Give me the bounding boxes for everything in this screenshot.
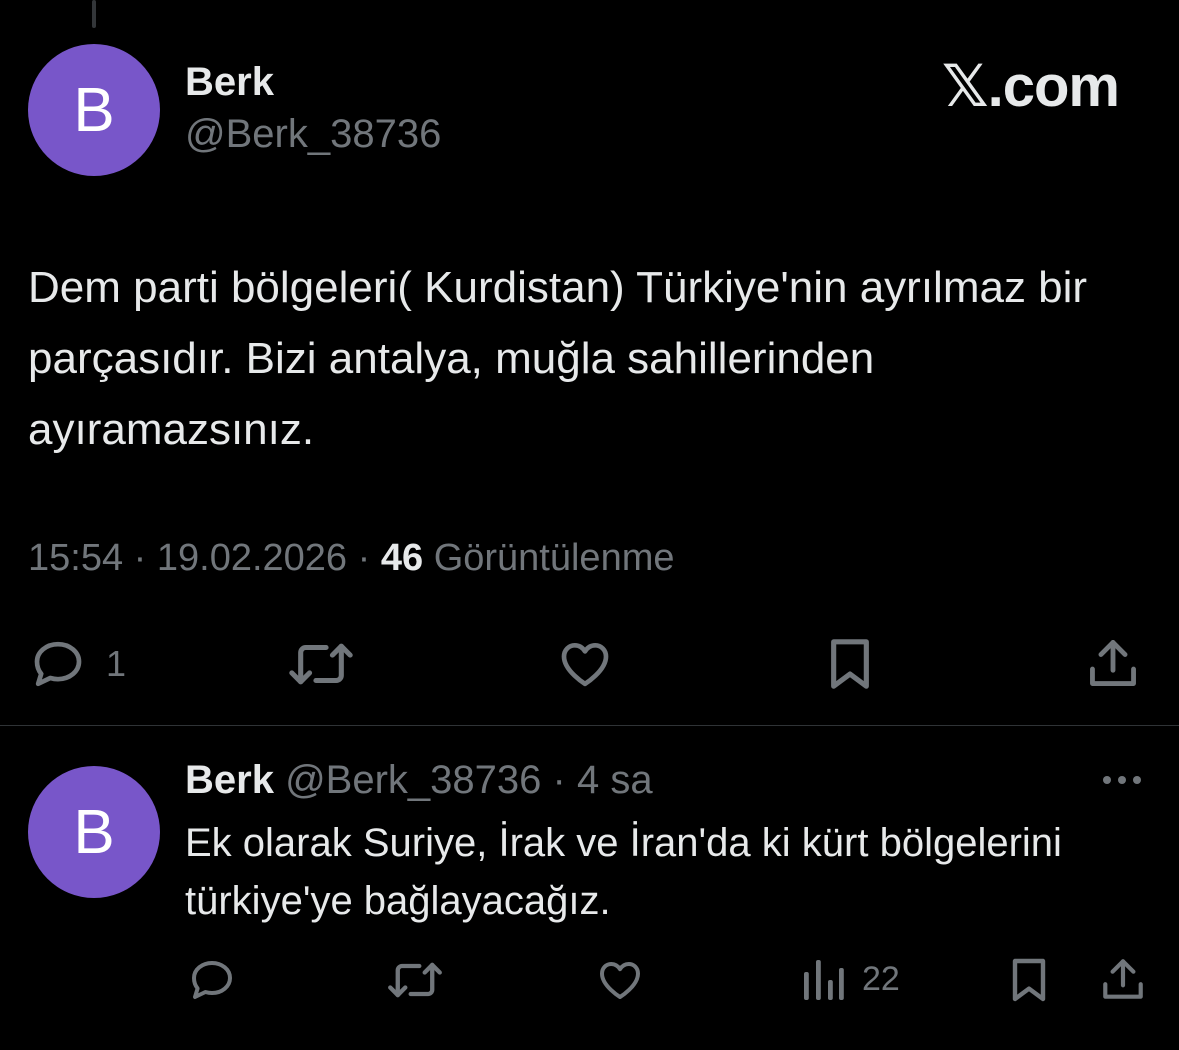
- avatar-letter: B: [73, 75, 115, 145]
- user-handle[interactable]: @Berk_38736: [185, 112, 441, 157]
- retweet-button[interactable]: [288, 636, 354, 692]
- meta-separator: ·: [357, 537, 381, 579]
- display-name[interactable]: Berk: [185, 60, 274, 105]
- reply-avatar[interactable]: B: [28, 766, 160, 898]
- tweet-meta: 15:54 · 19.02.2026 · 46 Görüntülenme: [28, 537, 675, 580]
- brand-logo: 𝕏.com: [941, 54, 1120, 119]
- like-icon: [600, 962, 640, 999]
- like-button[interactable]: [555, 636, 615, 692]
- reply-reply-button[interactable]: [186, 956, 238, 1004]
- reply-retweet-button[interactable]: [387, 956, 443, 1004]
- like-icon: [561, 643, 609, 687]
- reply-time[interactable]: 4 sa: [577, 758, 653, 802]
- share-icon: [1090, 640, 1136, 686]
- reply-views-button[interactable]: 22: [802, 956, 900, 1002]
- thread-connector-line: [92, 0, 96, 28]
- reply-header: Berk @Berk_38736 · 4 sa: [185, 758, 653, 803]
- share-icon: [1103, 959, 1143, 999]
- reply-icon: [192, 961, 232, 999]
- views-count: 22: [862, 959, 900, 998]
- share-button[interactable]: [1084, 634, 1142, 692]
- reply-separator: ·: [552, 758, 566, 802]
- avatar-letter: B: [73, 797, 115, 867]
- reply-share-button[interactable]: [1098, 954, 1148, 1004]
- reply-button[interactable]: 1: [28, 636, 126, 692]
- bookmark-icon: [1012, 958, 1046, 1002]
- reply-count: 1: [106, 643, 127, 684]
- tweet-divider: [0, 725, 1179, 726]
- tweet-time[interactable]: 15:54: [28, 537, 123, 579]
- views-label: Görüntülenme: [433, 537, 675, 579]
- reply-text: Ek olarak Suriye, İrak ve İran'da ki kür…: [185, 821, 1062, 923]
- tweet-text: Dem parti bölgeleri( Kurdistan) Türkiye'…: [28, 263, 1088, 454]
- views-icon: [804, 960, 844, 1000]
- views-count: 46: [380, 537, 424, 579]
- more-button[interactable]: [1099, 770, 1145, 795]
- meta-separator: ·: [133, 537, 157, 579]
- tweet-date[interactable]: 19.02.2026: [157, 537, 347, 579]
- more-icon: [1103, 776, 1141, 784]
- reply-user-handle[interactable]: @Berk_38736: [285, 758, 541, 802]
- reply-icon: [34, 641, 82, 687]
- reply-bookmark-button[interactable]: [1008, 956, 1050, 1004]
- reply-like-button[interactable]: [594, 956, 646, 1004]
- reply-display-name[interactable]: Berk: [185, 758, 274, 802]
- retweet-icon: [289, 643, 353, 685]
- avatar[interactable]: B: [28, 44, 160, 176]
- bookmark-button[interactable]: [823, 636, 877, 692]
- retweet-icon: [388, 962, 442, 998]
- bookmark-icon: [831, 639, 869, 689]
